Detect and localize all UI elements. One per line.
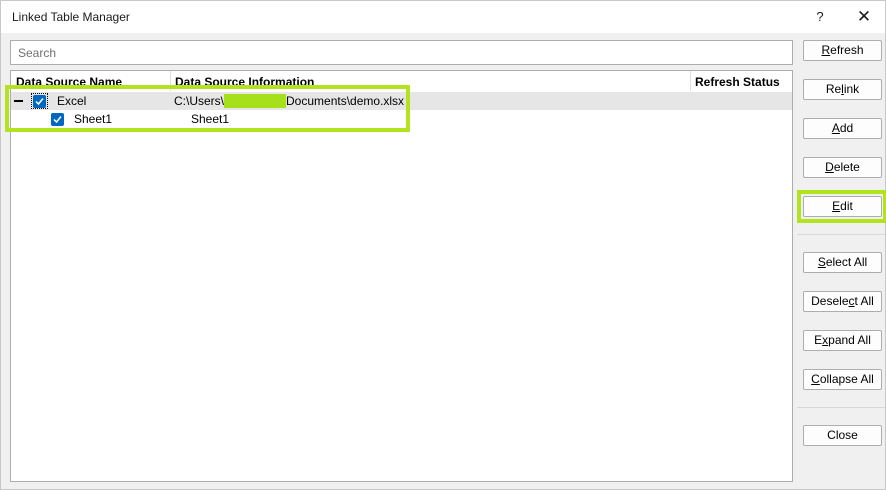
data-source-info: Sheet1 <box>191 112 230 126</box>
linked-table-manager-dialog: Linked Table Manager ? ✕ Data Source Nam… <box>0 0 886 490</box>
column-separator[interactable] <box>170 71 171 91</box>
add-button[interactable]: Add <box>803 118 882 139</box>
close-button[interactable]: Close <box>803 425 882 446</box>
relink-button[interactable]: Relink <box>803 79 882 100</box>
table-header: Data Source Name Data Source Information… <box>11 71 792 92</box>
select-all-button[interactable]: Select All <box>803 252 882 273</box>
help-icon[interactable]: ? <box>806 5 834 29</box>
data-source-name: Excel <box>57 94 87 108</box>
column-header-name[interactable]: Data Source Name <box>16 75 122 89</box>
checkbox-sheet1[interactable] <box>51 113 64 126</box>
redaction-mark <box>224 94 287 108</box>
table-row-sheet1[interactable]: Sheet1 Sheet1 <box>11 110 792 128</box>
check-icon <box>53 116 62 124</box>
checkbox-excel[interactable] <box>33 95 46 108</box>
window-title: Linked Table Manager <box>12 10 130 24</box>
collapse-icon[interactable] <box>14 100 23 102</box>
title-bar: Linked Table Manager ? ✕ <box>1 1 885 33</box>
close-icon[interactable]: ✕ <box>849 5 879 29</box>
check-icon <box>35 98 44 106</box>
deselect-all-button[interactable]: Deselect All <box>803 291 882 312</box>
delete-button[interactable]: Delete <box>803 157 882 178</box>
column-separator[interactable] <box>690 71 691 91</box>
edit-button[interactable]: Edit <box>803 196 882 217</box>
collapse-all-button[interactable]: Collapse All <box>803 369 882 390</box>
expand-all-button[interactable]: Expand All <box>803 330 882 351</box>
linked-tables-tree[interactable]: Data Source Name Data Source Information… <box>10 70 793 482</box>
button-group-separator <box>797 234 885 235</box>
search-input[interactable] <box>10 40 793 65</box>
button-group-separator <box>797 407 885 408</box>
refresh-button[interactable]: Refresh <box>803 40 882 61</box>
table-row-excel[interactable]: Excel C:\Users\ Documents\demo.xlsx <box>11 92 792 110</box>
data-source-name: Sheet1 <box>74 112 113 126</box>
data-source-info: C:\Users\ Documents\demo.xlsx <box>174 94 405 108</box>
column-header-refresh-status[interactable]: Refresh Status <box>695 75 780 89</box>
column-header-info[interactable]: Data Source Information <box>175 75 314 89</box>
